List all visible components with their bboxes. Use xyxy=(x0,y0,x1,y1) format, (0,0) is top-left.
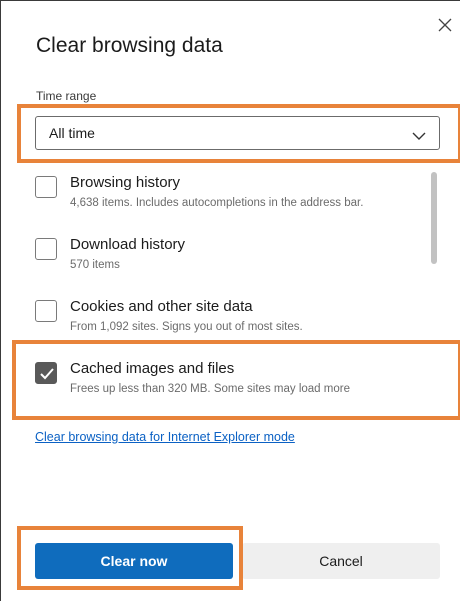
time-range-label: Time range xyxy=(36,89,97,103)
option-description: 4,638 items. Includes autocompletions in… xyxy=(70,197,364,209)
cached-images-checkbox[interactable] xyxy=(35,362,57,384)
close-button[interactable] xyxy=(432,14,458,40)
option-title: Cookies and other site data xyxy=(70,298,253,315)
option-cached-images-files[interactable]: Cached images and files Frees up less th… xyxy=(35,360,425,416)
ie-mode-link[interactable]: Clear browsing data for Internet Explore… xyxy=(35,430,295,444)
options-scrollbar[interactable] xyxy=(431,172,437,264)
time-range-select[interactable]: All time xyxy=(35,116,440,150)
option-description: 570 items xyxy=(70,259,120,271)
checkmark-icon xyxy=(40,368,54,380)
chevron-down-icon xyxy=(412,128,426,140)
download-history-checkbox[interactable] xyxy=(35,238,57,260)
dialog-border-left xyxy=(0,0,1,601)
clear-now-button[interactable]: Clear now xyxy=(35,543,233,579)
dialog-border-top xyxy=(0,0,460,1)
option-download-history[interactable]: Download history 570 items xyxy=(35,236,425,292)
option-cookies-site-data[interactable]: Cookies and other site data From 1,092 s… xyxy=(35,298,425,354)
close-icon xyxy=(438,18,452,37)
cancel-button[interactable]: Cancel xyxy=(242,543,440,579)
cookies-checkbox[interactable] xyxy=(35,300,57,322)
option-browsing-history[interactable]: Browsing history 4,638 items. Includes a… xyxy=(35,174,425,230)
clear-browsing-data-dialog: Clear browsing data Time range All time … xyxy=(0,0,460,601)
option-title: Browsing history xyxy=(70,174,181,191)
option-title: Download history xyxy=(70,236,186,253)
option-title: Cached images and files xyxy=(70,360,235,377)
dialog-title: Clear browsing data xyxy=(36,34,223,57)
browsing-history-checkbox[interactable] xyxy=(35,176,57,198)
option-description: Frees up less than 320 MB. Some sites ma… xyxy=(70,383,350,395)
option-description: From 1,092 sites. Signs you out of most … xyxy=(70,321,303,333)
time-range-value: All time xyxy=(49,125,95,141)
